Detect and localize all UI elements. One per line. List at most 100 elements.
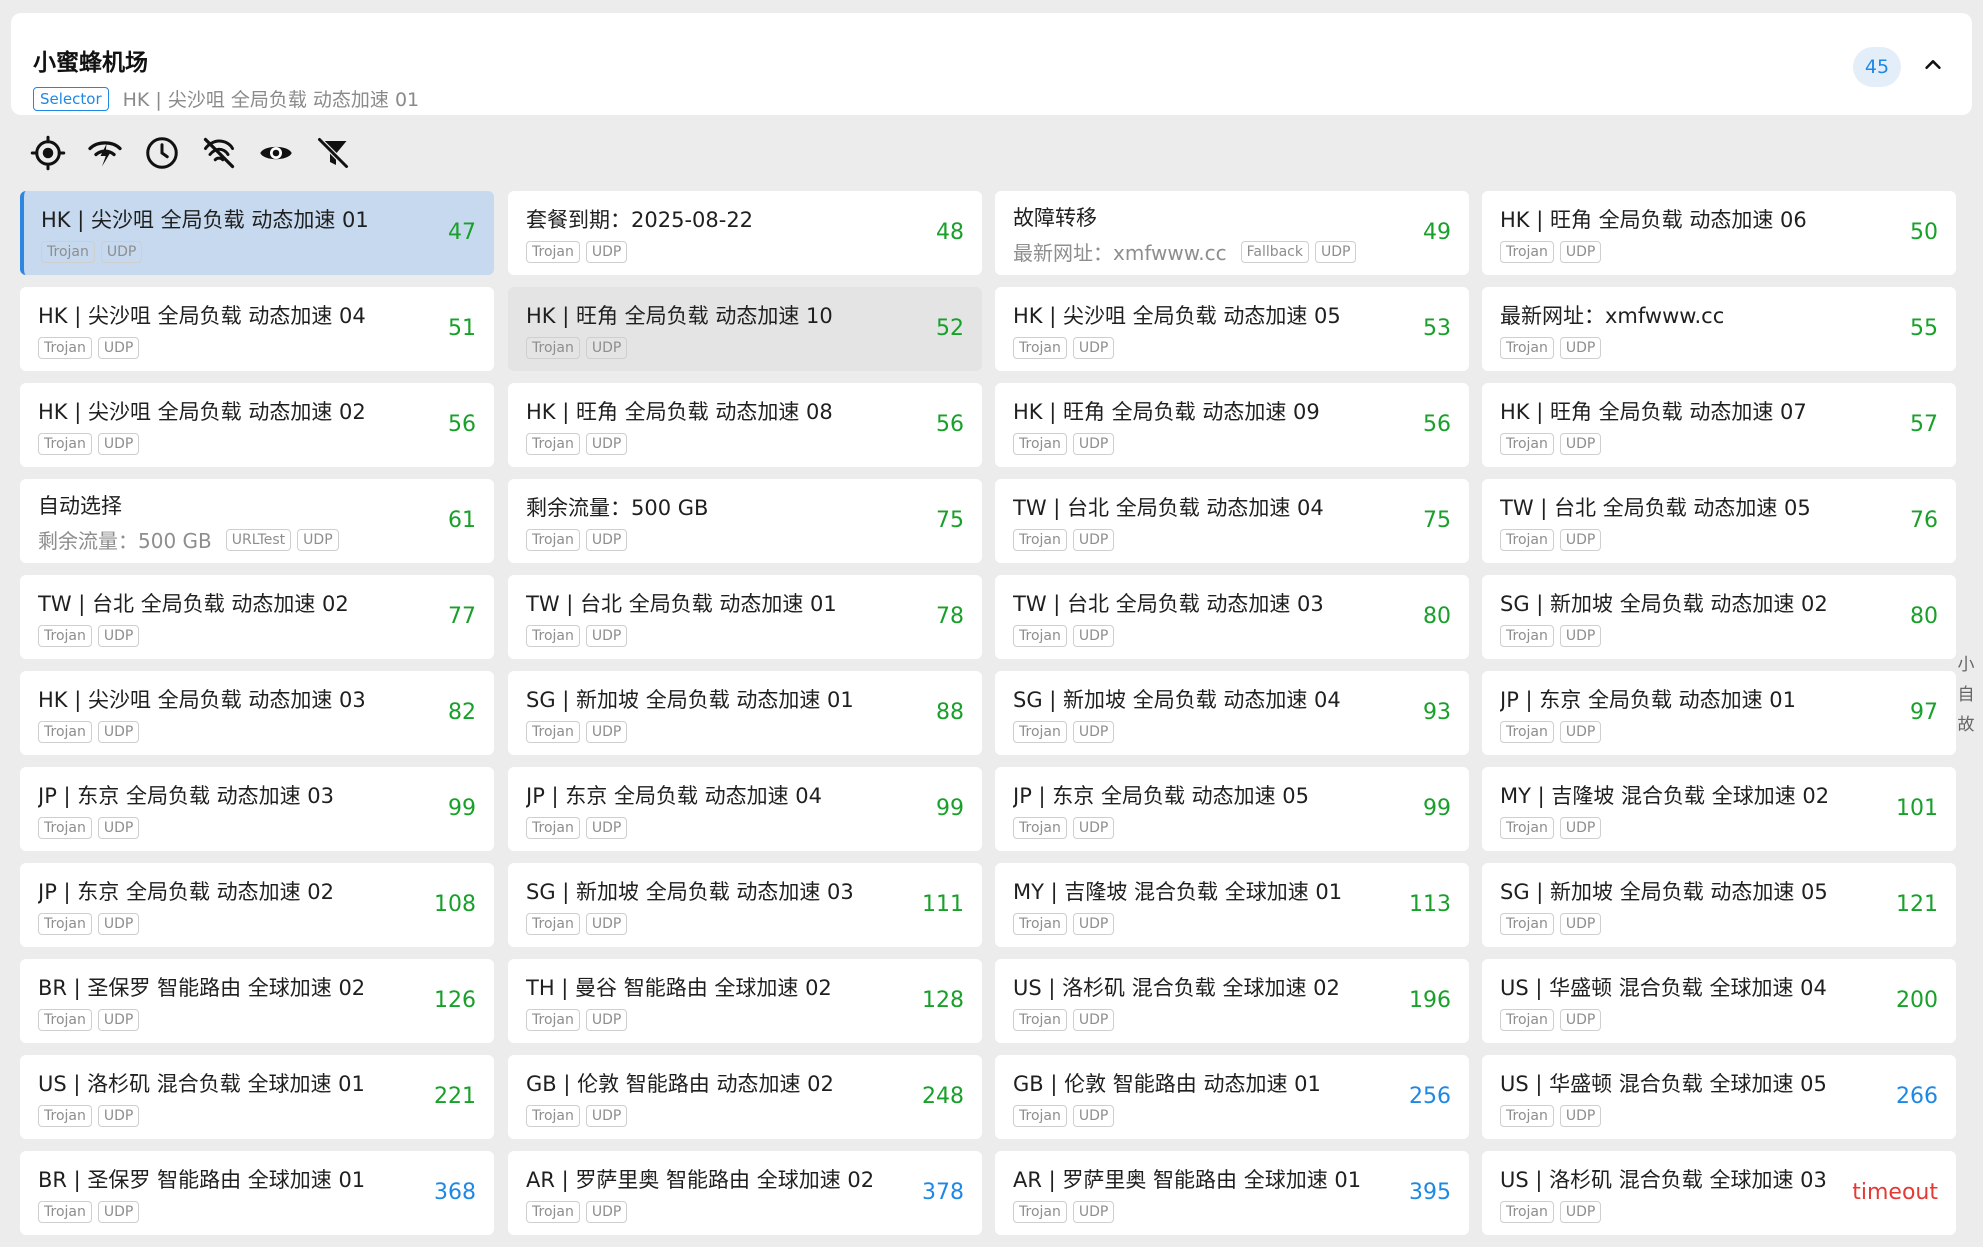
delay-value[interactable]: 121 [1896,863,1938,947]
delay-value[interactable]: 51 [448,287,476,371]
proxy-card[interactable]: 套餐到期：2025-08-22 Trojan UDP 48 [508,191,982,275]
proxy-card[interactable]: HK | 旺角 全局负载 动态加速 10 Trojan UDP 52 [508,287,982,371]
proxy-card[interactable]: US | 洛杉矶 混合负载 全球加速 01 Trojan UDP 221 [20,1055,494,1139]
proxy-card[interactable]: TW | 台北 全局负载 动态加速 05 Trojan UDP 76 [1482,479,1956,563]
delay-value[interactable]: 76 [1910,479,1938,563]
proxy-tags: Trojan UDP [526,241,633,263]
delay-value[interactable]: 75 [936,479,964,563]
proxy-card[interactable]: HK | 旺角 全局负载 动态加速 09 Trojan UDP 56 [995,383,1469,467]
proxy-card[interactable]: MY | 吉隆坡 混合负载 全球加速 01 Trojan UDP 113 [995,863,1469,947]
proxy-card[interactable]: TW | 台北 全局负载 动态加速 03 Trojan UDP 80 [995,575,1469,659]
delay-value[interactable]: 80 [1423,575,1451,659]
delay-value[interactable]: 266 [1896,1055,1938,1139]
proxy-card[interactable]: 剩余流量：500 GB Trojan UDP 75 [508,479,982,563]
delay-value[interactable]: 99 [936,767,964,851]
proxy-card[interactable]: HK | 旺角 全局负载 动态加速 08 Trojan UDP 56 [508,383,982,467]
proxy-card[interactable]: SG | 新加坡 全局负载 动态加速 05 Trojan UDP 121 [1482,863,1956,947]
proxy-card[interactable]: TW | 台北 全局负载 动态加速 02 Trojan UDP 77 [20,575,494,659]
delay-value[interactable]: 56 [1423,383,1451,467]
delay-value[interactable]: 75 [1423,479,1451,563]
delay-value[interactable]: 82 [448,671,476,755]
delay-value[interactable]: 99 [1423,767,1451,851]
proxy-name: JP | 东京 全局负载 动态加速 03 [38,784,335,808]
delay-value[interactable]: 111 [922,863,964,947]
proxy-card[interactable]: JP | 东京 全局负载 动态加速 02 Trojan UDP 108 [20,863,494,947]
delay-value[interactable]: timeout [1852,1151,1938,1235]
proxy-card[interactable]: GB | 伦敦 智能路由 动态加速 02 Trojan UDP 248 [508,1055,982,1139]
proxy-card[interactable]: JP | 东京 全局负载 动态加速 01 Trojan UDP 97 [1482,671,1956,755]
delay-value[interactable]: 113 [1409,863,1451,947]
delay-value[interactable]: 128 [922,959,964,1043]
proxy-card[interactable]: HK | 尖沙咀 全局负载 动态加速 01 Trojan UDP 47 [20,191,494,275]
delay-value[interactable]: 256 [1409,1055,1451,1139]
proxy-card[interactable]: HK | 尖沙咀 全局负载 动态加速 03 Trojan UDP 82 [20,671,494,755]
delay-value[interactable]: 52 [936,287,964,371]
delay-value[interactable]: 50 [1910,191,1938,275]
proxy-card[interactable]: BR | 圣保罗 智能路由 全球加速 01 Trojan UDP 368 [20,1151,494,1235]
delay-value[interactable]: 395 [1409,1151,1451,1235]
proxy-card[interactable]: SG | 新加坡 全局负载 动态加速 02 Trojan UDP 80 [1482,575,1956,659]
proxy-card[interactable]: US | 洛杉矶 混合负载 全球加速 03 Trojan UDP timeout [1482,1151,1956,1235]
delay-value[interactable]: 56 [448,383,476,467]
delay-value[interactable]: 200 [1896,959,1938,1043]
delay-value[interactable]: 78 [936,575,964,659]
proxy-card[interactable]: JP | 东京 全局负载 动态加速 03 Trojan UDP 99 [20,767,494,851]
delay-value[interactable]: 101 [1896,767,1938,851]
proxy-card[interactable]: SG | 新加坡 全局负载 动态加速 03 Trojan UDP 111 [508,863,982,947]
proxy-card[interactable]: HK | 旺角 全局负载 动态加速 07 Trojan UDP 57 [1482,383,1956,467]
delay-value[interactable]: 77 [448,575,476,659]
delay-value[interactable]: 378 [922,1151,964,1235]
proxy-card[interactable]: MY | 吉隆坡 混合负载 全球加速 02 Trojan UDP 101 [1482,767,1956,851]
proxy-card[interactable]: TW | 台北 全局负载 动态加速 04 Trojan UDP 75 [995,479,1469,563]
proxy-card[interactable]: HK | 旺角 全局负载 动态加速 06 Trojan UDP 50 [1482,191,1956,275]
side-index-item[interactable]: 小 [1955,650,1977,680]
delay-value[interactable]: 56 [936,383,964,467]
delay-value[interactable]: 221 [434,1055,476,1139]
proxy-card[interactable]: US | 华盛顿 混合负载 全球加速 05 Trojan UDP 266 [1482,1055,1956,1139]
delay-value[interactable]: 53 [1423,287,1451,371]
side-index-item[interactable]: 故 [1955,710,1977,740]
proxy-card[interactable]: JP | 东京 全局负载 动态加速 05 Trojan UDP 99 [995,767,1469,851]
proxy-card[interactable]: TH | 曼谷 智能路由 全球加速 02 Trojan UDP 128 [508,959,982,1043]
delay-value[interactable]: 97 [1910,671,1938,755]
proxy-card[interactable]: TW | 台北 全局负载 动态加速 01 Trojan UDP 78 [508,575,982,659]
delay-value[interactable]: 99 [448,767,476,851]
delay-value[interactable]: 88 [936,671,964,755]
proxy-card[interactable]: AR | 罗萨里奥 智能路由 全球加速 02 Trojan UDP 378 [508,1151,982,1235]
proxy-tag: Fallback [1240,240,1309,263]
proxy-card[interactable]: SG | 新加坡 全局负载 动态加速 04 Trojan UDP 93 [995,671,1469,755]
proxy-card[interactable]: JP | 东京 全局负载 动态加速 04 Trojan UDP 99 [508,767,982,851]
delay-value[interactable]: 61 [448,479,476,563]
delay-value[interactable]: 126 [434,959,476,1043]
proxy-card[interactable]: 最新网址：xmfwww.cc Trojan UDP 55 [1482,287,1956,371]
delay-value[interactable]: 55 [1910,287,1938,371]
delay-value[interactable]: 93 [1423,671,1451,755]
delay-value[interactable]: 80 [1910,575,1938,659]
delay-value[interactable]: 196 [1409,959,1451,1043]
proxy-card[interactable]: BR | 圣保罗 智能路由 全球加速 02 Trojan UDP 126 [20,959,494,1043]
proxy-card[interactable]: AR | 罗萨里奥 智能路由 全球加速 01 Trojan UDP 395 [995,1151,1469,1235]
proxy-tag: UDP [1559,433,1602,455]
delay-value[interactable]: 57 [1910,383,1938,467]
delay-value[interactable]: 48 [936,191,964,275]
side-index-item[interactable]: 自 [1955,680,1977,710]
delay-value[interactable]: 248 [922,1055,964,1139]
proxy-tags: Trojan UDP [1013,625,1120,647]
proxy-tag: Trojan [1500,241,1554,263]
delay-value[interactable]: 47 [448,191,476,275]
delay-value[interactable]: 49 [1423,191,1451,275]
proxy-card[interactable]: GB | 伦敦 智能路由 动态加速 01 Trojan UDP 256 [995,1055,1469,1139]
proxy-card[interactable]: HK | 尖沙咀 全局负载 动态加速 02 Trojan UDP 56 [20,383,494,467]
proxy-card[interactable]: US | 华盛顿 混合负载 全球加速 04 Trojan UDP 200 [1482,959,1956,1043]
proxy-name: HK | 旺角 全局负载 动态加速 09 [1013,400,1320,424]
proxy-tag: UDP [1559,1201,1602,1223]
delay-value[interactable]: 368 [434,1151,476,1235]
proxy-card[interactable]: US | 洛杉矶 混合负载 全球加速 02 Trojan UDP 196 [995,959,1469,1043]
proxy-card[interactable]: 故障转移 最新网址：xmfwww.cc Fallback UDP 49 [995,191,1469,275]
proxy-tags: Trojan UDP [38,721,145,743]
proxy-card[interactable]: HK | 尖沙咀 全局负载 动态加速 05 Trojan UDP 53 [995,287,1469,371]
proxy-card[interactable]: SG | 新加坡 全局负载 动态加速 01 Trojan UDP 88 [508,671,982,755]
proxy-card[interactable]: 自动选择 剩余流量：500 GB URLTest UDP 61 [20,479,494,563]
proxy-card[interactable]: HK | 尖沙咀 全局负载 动态加速 04 Trojan UDP 51 [20,287,494,371]
delay-value[interactable]: 108 [434,863,476,947]
